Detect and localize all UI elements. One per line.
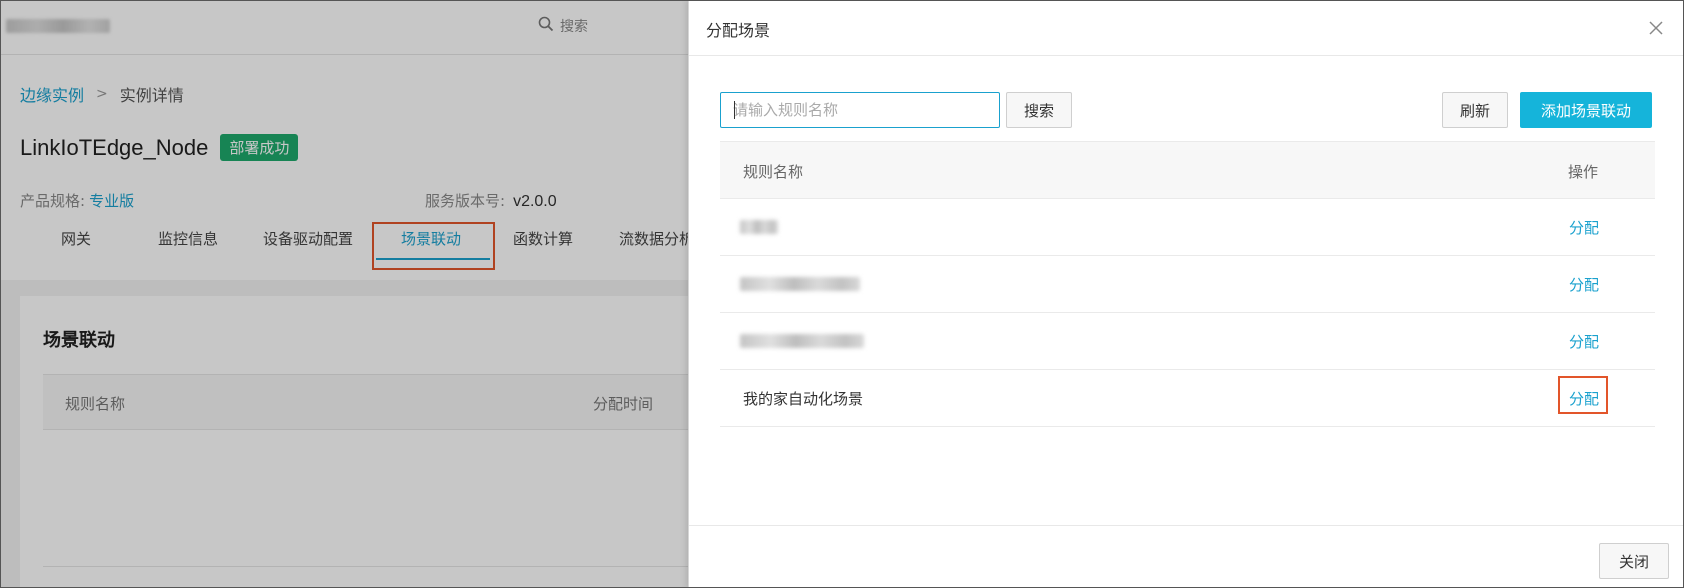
assign-highlight-box <box>1558 376 1608 414</box>
column-header-rule-name: 规则名称 <box>743 163 804 181</box>
rule-name-redacted <box>740 220 778 234</box>
table-row: 我的家自动化场景 分配 <box>720 370 1655 427</box>
rule-search-input[interactable] <box>720 92 1000 128</box>
table-row: 分配 <box>720 256 1655 313</box>
assign-link[interactable]: 分配 <box>1569 274 1599 295</box>
text-cursor <box>734 101 735 119</box>
rules-table: 规则名称 操作 分配 分配 分配 我的家自动化场景 分配 <box>720 141 1655 427</box>
rule-name: 我的家自动化场景 <box>743 390 864 408</box>
rules-table-header: 规则名称 操作 <box>720 141 1655 199</box>
drawer-footer: 关闭 <box>689 525 1684 588</box>
overlay-mask[interactable] <box>0 0 688 588</box>
close-button[interactable]: 关闭 <box>1599 543 1669 579</box>
assign-link[interactable]: 分配 <box>1569 331 1599 352</box>
background-page: 搜索 边缘实例 > 实例详情 LinkIoTEdge_Node 部署成功 产品规… <box>0 0 688 588</box>
refresh-button[interactable]: 刷新 <box>1442 92 1508 128</box>
column-header-action: 操作 <box>1568 163 1599 181</box>
table-row: 分配 <box>720 199 1655 256</box>
rule-name-redacted <box>740 277 860 291</box>
drawer-title: 分配场景 <box>706 21 771 40</box>
table-row: 分配 <box>720 313 1655 370</box>
rule-name-redacted <box>740 334 864 348</box>
add-scene-linkage-button[interactable]: 添加场景联动 <box>1520 92 1652 128</box>
drawer-header: 分配场景 <box>689 0 1684 56</box>
assign-link[interactable]: 分配 <box>1569 217 1599 238</box>
search-button[interactable]: 搜索 <box>1006 92 1072 128</box>
close-icon[interactable] <box>1647 19 1665 37</box>
assign-scene-drawer: 分配场景 搜索 刷新 添加场景联动 规则名称 操作 分配 分配 分配 我的家自动… <box>688 0 1684 588</box>
